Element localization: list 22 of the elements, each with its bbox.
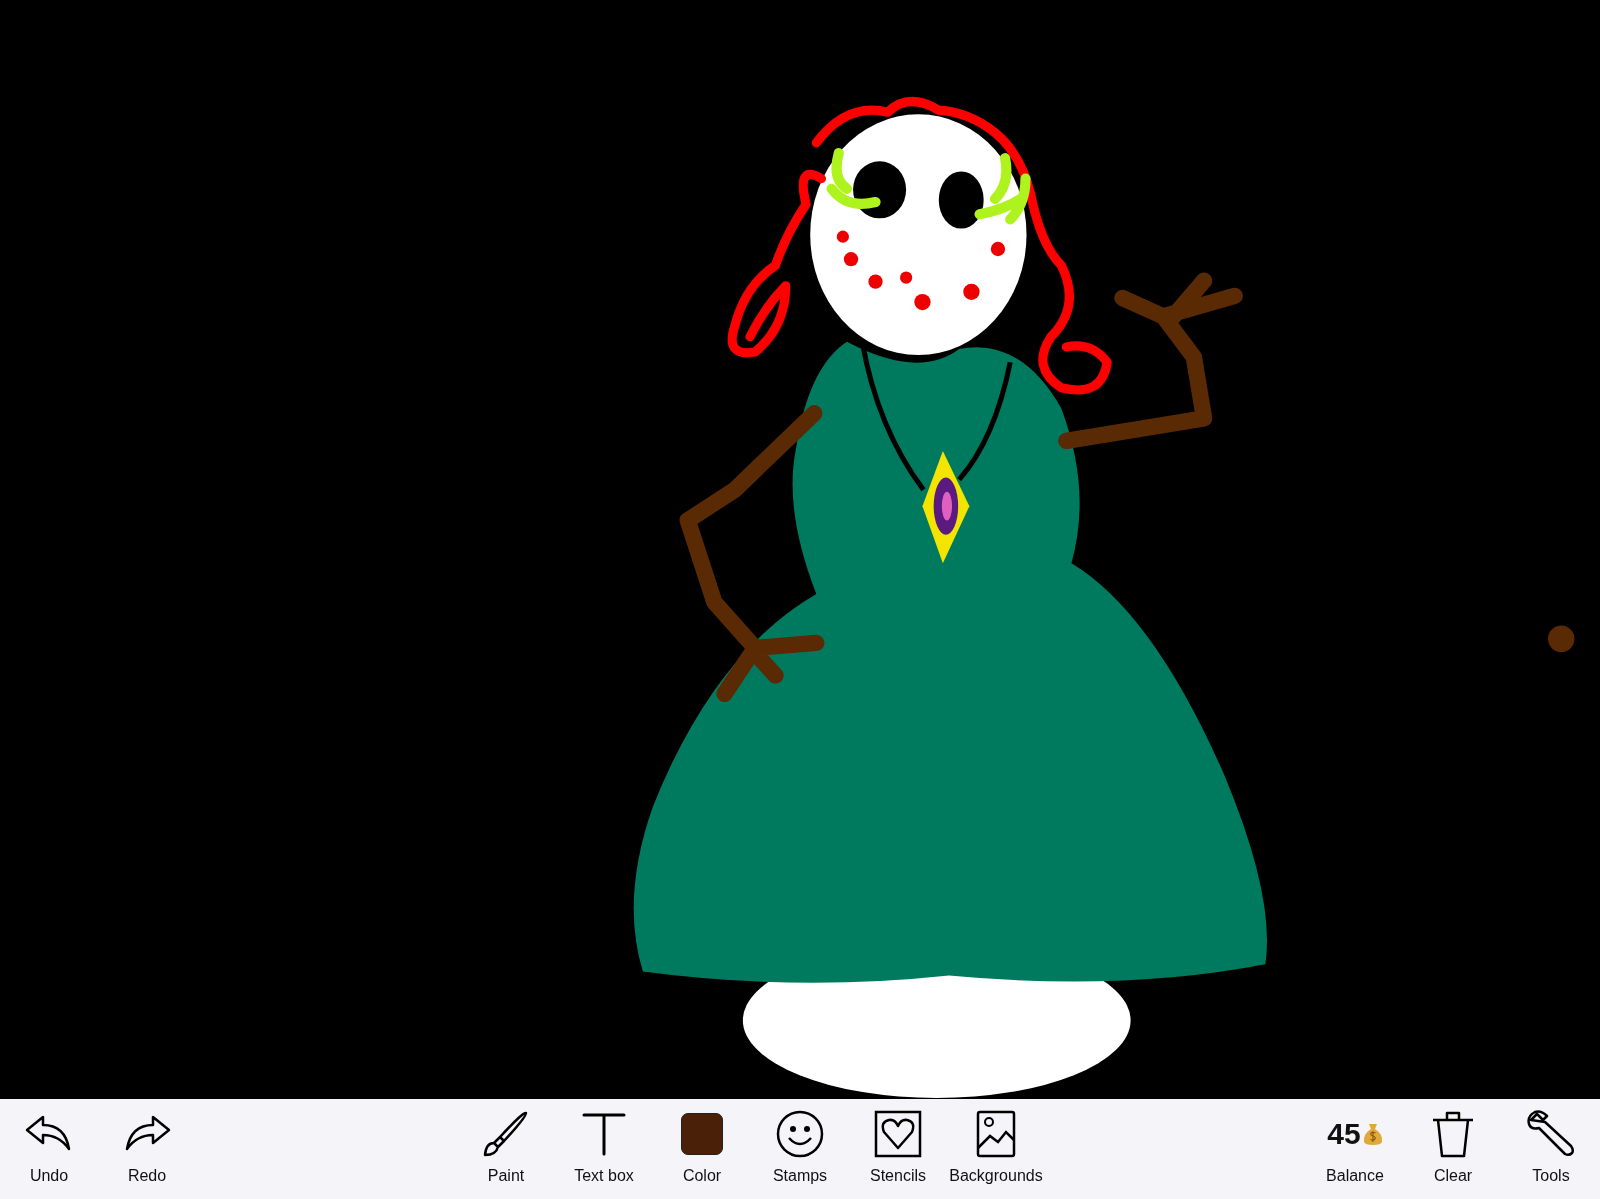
undo-arrow-icon xyxy=(25,1115,73,1153)
balance-amount: 45 xyxy=(1327,1117,1361,1151)
tools-button[interactable]: Tools xyxy=(1502,1099,1600,1199)
balance-button[interactable]: 45 Balance xyxy=(1306,1099,1404,1199)
text-box-button[interactable]: Text box xyxy=(555,1099,653,1199)
picture-icon xyxy=(976,1110,1016,1158)
undo-button[interactable]: Undo xyxy=(0,1099,98,1199)
money-bag-icon xyxy=(1362,1122,1383,1146)
color-button[interactable]: Color xyxy=(653,1099,751,1199)
redo-button[interactable]: Redo xyxy=(98,1099,196,1199)
stencils-button[interactable]: Stencils xyxy=(849,1099,947,1199)
wrench-icon xyxy=(1527,1110,1575,1158)
heart-frame-icon xyxy=(874,1110,922,1158)
redo-arrow-icon xyxy=(123,1115,171,1153)
stamps-button[interactable]: Stamps xyxy=(751,1099,849,1199)
clear-button[interactable]: Clear xyxy=(1404,1099,1502,1199)
paint-button[interactable]: Paint xyxy=(457,1099,555,1199)
text-cursor-icon xyxy=(582,1112,626,1156)
trash-icon xyxy=(1431,1110,1475,1158)
smiley-face-icon xyxy=(776,1110,824,1158)
backgrounds-button[interactable]: Backgrounds xyxy=(947,1099,1045,1199)
paintbrush-icon xyxy=(482,1111,530,1157)
